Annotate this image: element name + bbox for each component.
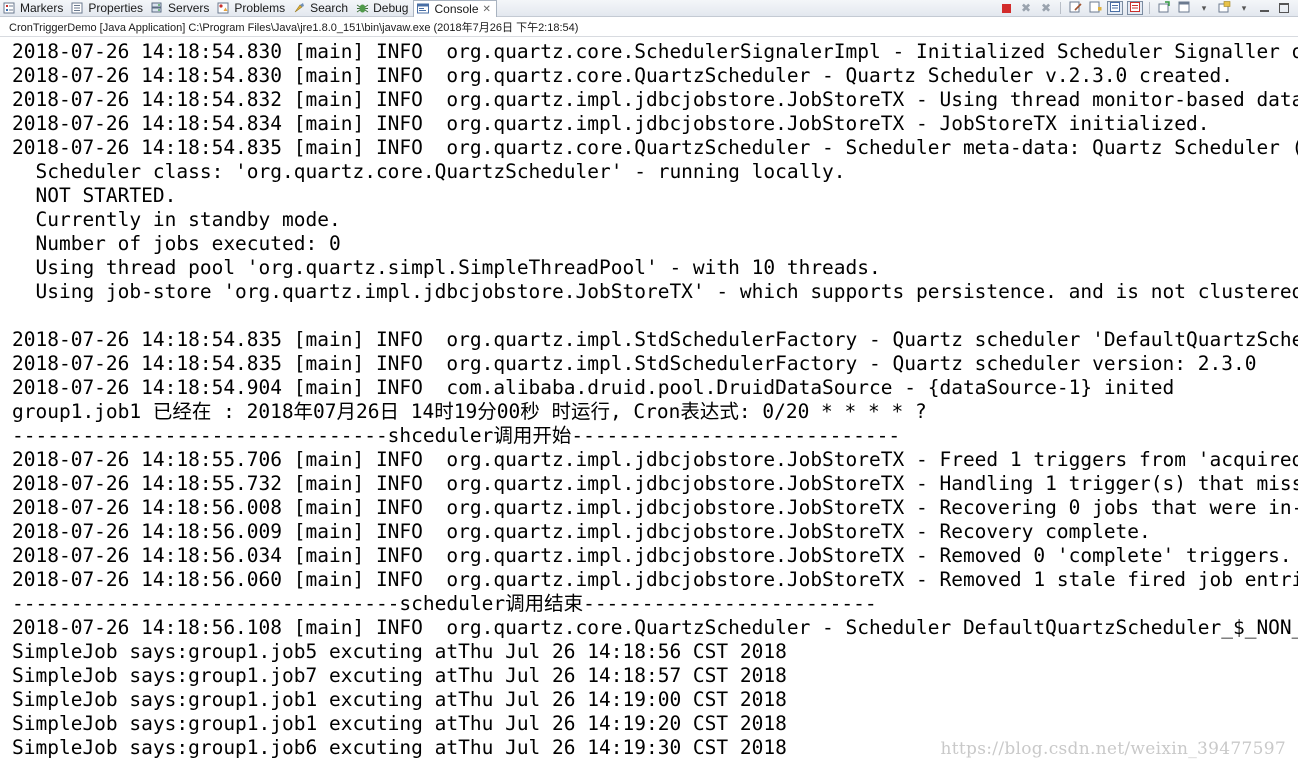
close-icon[interactable]: ✕: [483, 4, 491, 15]
console-line: 2018-07-26 14:18:54.834 [main] INFO org.…: [12, 112, 1210, 135]
tab-label: Console: [434, 2, 479, 16]
open-console-dropdown[interactable]: ▾: [1236, 1, 1252, 15]
console-line: Number of jobs executed: 0: [12, 232, 341, 255]
display-console-icon: [1178, 1, 1191, 16]
console-line: 2018-07-26 14:18:54.904 [main] INFO com.…: [12, 376, 1175, 399]
scroll-lock-icon: [1089, 1, 1102, 16]
console-line: 2018-07-26 14:18:56.108 [main] INFO org.…: [12, 616, 1298, 639]
console-line: 2018-07-26 14:18:54.832 [main] INFO org.…: [12, 88, 1298, 111]
console-line: 2018-07-26 14:18:56.009 [main] INFO org.…: [12, 520, 1151, 543]
console-line: SimpleJob says:group1.job1 excuting atTh…: [12, 688, 787, 711]
problems-icon: [217, 2, 230, 14]
console-line: 2018-07-26 14:18:55.706 [main] INFO org.…: [12, 448, 1298, 471]
console-line: 2018-07-26 14:18:56.034 [main] INFO org.…: [12, 544, 1292, 567]
tab-label: Search: [310, 1, 349, 15]
console-line: SimpleJob says:group1.job5 excuting atTh…: [12, 640, 787, 663]
show-on-stdout-button[interactable]: [1107, 1, 1123, 15]
remove-launch-button[interactable]: ✖: [1018, 1, 1034, 15]
maximize-button[interactable]: [1276, 1, 1292, 15]
console-line: Using job-store 'org.quartz.impl.jdbcjob…: [12, 280, 1298, 303]
console-line: 2018-07-26 14:18:54.830 [main] INFO org.…: [12, 40, 1298, 63]
markers-icon: [3, 2, 16, 14]
stop-icon: [1001, 3, 1011, 13]
console-line: Scheduler class: 'org.quartz.core.Quartz…: [12, 160, 846, 183]
display-selected-console-button[interactable]: [1176, 1, 1192, 15]
remove-all-icon: ✖: [1040, 1, 1052, 15]
toolbar-separator: [1149, 2, 1150, 14]
console-line: 2018-07-26 14:18:54.835 [main] INFO org.…: [12, 328, 1298, 351]
console-line: group1.job1 已经在 : 2018年07月26日 14时19分00秒 …: [12, 400, 927, 423]
toolbar-separator: [1060, 2, 1061, 14]
console-line: 2018-07-26 14:18:54.835 [main] INFO org.…: [12, 352, 1257, 375]
console-line: 2018-07-26 14:18:55.732 [main] INFO org.…: [12, 472, 1298, 495]
tab-problems[interactable]: Problems: [214, 0, 290, 16]
console-line: Using thread pool 'org.quartz.simpl.Simp…: [12, 256, 881, 279]
terminate-button[interactable]: [998, 1, 1014, 15]
search-icon: [293, 2, 306, 14]
minimize-button[interactable]: [1256, 1, 1272, 15]
console-icon: [417, 3, 430, 15]
tab-label: Markers: [20, 1, 64, 15]
open-console-icon: [1218, 0, 1231, 16]
clear-console-button[interactable]: [1067, 1, 1083, 15]
tab-search[interactable]: Search: [290, 0, 353, 16]
console-line: SimpleJob says:group1.job1 excuting atTh…: [12, 712, 787, 735]
console-line: ---------------------------------schedul…: [12, 592, 877, 615]
clear-icon: [1069, 1, 1082, 16]
console-line: 2018-07-26 14:18:56.060 [main] INFO org.…: [12, 568, 1298, 591]
servers-icon: [151, 2, 164, 14]
tab-label: Debug: [373, 1, 409, 15]
pin-console-button[interactable]: [1156, 0, 1172, 16]
tab-debug[interactable]: Debug: [353, 0, 413, 16]
remove-all-terminated-button[interactable]: ✖: [1038, 1, 1054, 15]
tab-label: Servers: [168, 1, 210, 15]
tab-properties[interactable]: Properties: [68, 0, 148, 16]
display-console-dropdown[interactable]: ▾: [1196, 1, 1212, 15]
tab-label: Properties: [88, 1, 144, 15]
stdout-icon: [1109, 1, 1121, 15]
show-on-stderr-button[interactable]: [1127, 1, 1143, 15]
debug-icon: [356, 2, 369, 14]
launch-description: CronTriggerDemo [Java Application] C:\Pr…: [0, 19, 1298, 37]
chevron-down-icon: ▾: [1241, 2, 1247, 13]
tab-label: Problems: [234, 1, 286, 15]
scroll-lock-button[interactable]: [1087, 1, 1103, 15]
watermark: https://blog.csdn.net/weixin_39477597: [940, 739, 1286, 759]
remove-icon: ✖: [1020, 1, 1032, 15]
console-line: SimpleJob says:group1.job7 excuting atTh…: [12, 664, 787, 687]
tab-markers[interactable]: Markers: [0, 0, 68, 16]
open-console-button[interactable]: [1216, 0, 1232, 16]
console-line: 2018-07-26 14:18:54.835 [main] INFO org.…: [12, 136, 1298, 159]
pin-icon: [1158, 0, 1171, 16]
console-toolbar: ✖ ✖ ▾ ▾: [994, 0, 1292, 16]
stderr-icon: [1129, 1, 1141, 15]
tab-servers[interactable]: Servers: [148, 0, 214, 16]
properties-icon: [71, 2, 84, 14]
console-line: 2018-07-26 14:18:54.830 [main] INFO org.…: [12, 64, 1233, 87]
view-tabs: Markers Properties Servers Problems Sear…: [0, 0, 497, 17]
console-line: --------------------------------shcedule…: [12, 424, 901, 447]
console-line: Currently in standby mode.: [12, 208, 341, 231]
console-line: NOT STARTED.: [12, 184, 177, 207]
console-line: SimpleJob says:group1.job6 excuting atTh…: [12, 736, 787, 759]
view-tab-bar: Markers Properties Servers Problems Sear…: [0, 0, 1298, 17]
chevron-down-icon: ▾: [1201, 2, 1207, 13]
console-line: 2018-07-26 14:18:56.008 [main] INFO org.…: [12, 496, 1298, 519]
tab-console[interactable]: Console ✕: [413, 0, 497, 17]
maximize-icon: [1279, 3, 1289, 13]
minimize-icon: [1259, 10, 1269, 12]
console-output[interactable]: 2018-07-26 14:18:54.830 [main] INFO org.…: [0, 40, 1298, 768]
